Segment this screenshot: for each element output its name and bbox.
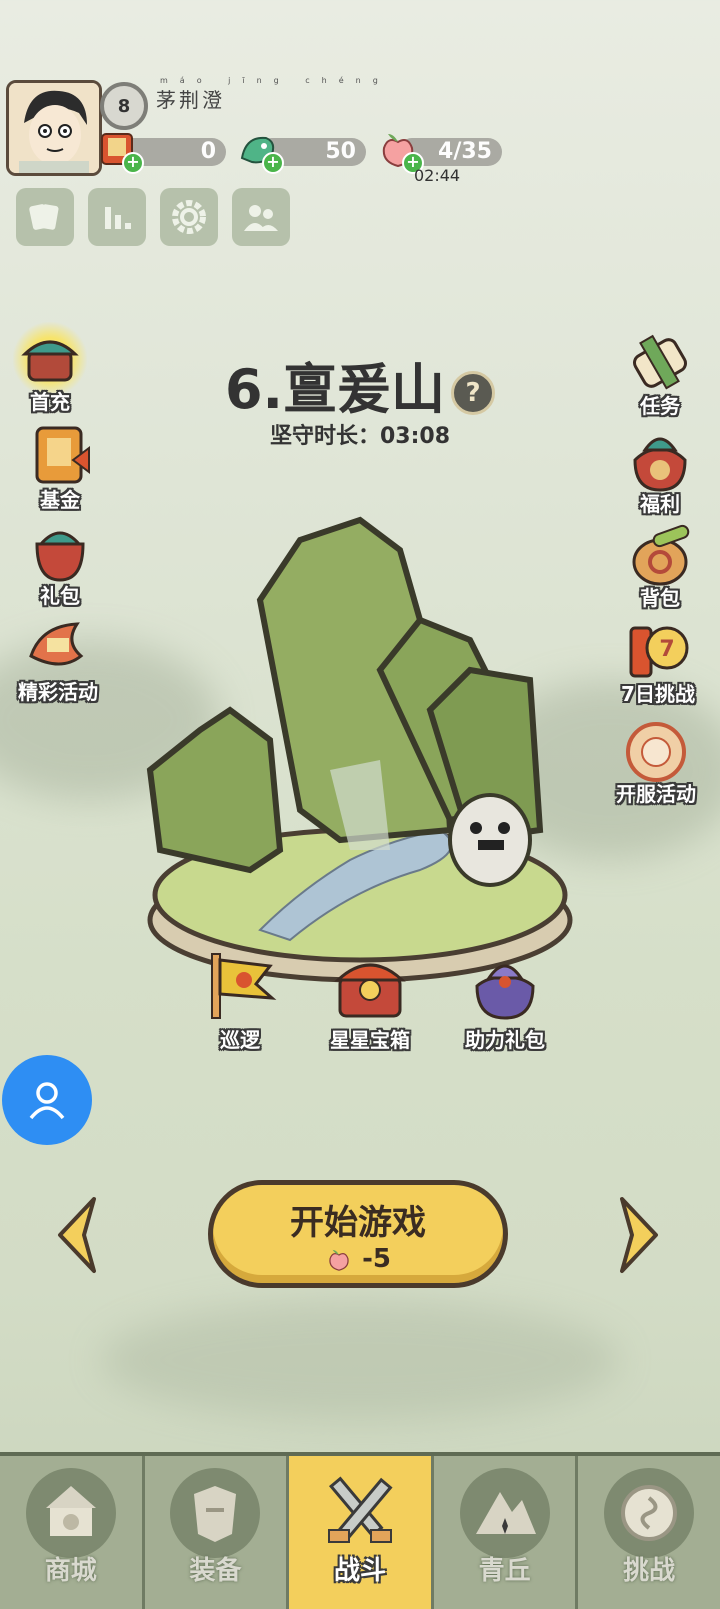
- nav-tab-label: 挑战: [623, 1556, 676, 1586]
- jade-resource-add-button[interactable]: +: [236, 128, 284, 174]
- cards-button[interactable]: [16, 188, 74, 246]
- peach-icon: [329, 1249, 349, 1271]
- patrol-label: 巡逻: [220, 1028, 260, 1052]
- side-button-backpack[interactable]: 背包: [610, 518, 710, 611]
- challenge-icon: [604, 1468, 695, 1558]
- stage-name: 6.亶爰山: [224, 358, 446, 421]
- nav-tab-shop[interactable]: 商城: [0, 1456, 145, 1609]
- star-chest-button[interactable]: 星星宝箱: [310, 950, 430, 1053]
- start-game-button[interactable]: 开始游戏 -5: [208, 1180, 508, 1288]
- bar-chart-icon: [105, 207, 131, 229]
- customer-support-button[interactable]: [2, 1055, 92, 1145]
- boost-gift-button[interactable]: 助力礼包: [446, 950, 564, 1053]
- side-button-seven-day-challenge[interactable]: 7 7日挑战: [608, 614, 708, 707]
- player-level-badge: 8: [100, 82, 148, 130]
- plus-icon: +: [262, 152, 284, 174]
- svg-text:7: 7: [659, 637, 674, 662]
- chevron-right-icon: [620, 1197, 658, 1273]
- ranking-button[interactable]: [88, 188, 146, 246]
- scroll-resource-add-button[interactable]: +: [96, 128, 144, 174]
- previous-stage-button[interactable]: [54, 1195, 100, 1275]
- start-cost-value: -5: [362, 1244, 391, 1274]
- friends-icon: [244, 205, 278, 231]
- side-button-events[interactable]: 精彩活动: [8, 612, 108, 705]
- next-stage-button[interactable]: [616, 1195, 662, 1275]
- boost-gift-label: 助力礼包: [465, 1028, 545, 1052]
- background-mist: [100, 1300, 620, 1420]
- chevron-left-icon: [58, 1197, 96, 1273]
- nav-tab-label: 青丘: [478, 1556, 531, 1586]
- welfare-bag-icon: [623, 424, 697, 498]
- events-icon: [21, 612, 95, 686]
- cards-icon: [29, 204, 59, 230]
- quest-scroll-icon: [623, 326, 697, 400]
- nav-tab-qingqiu[interactable]: 青丘: [433, 1456, 579, 1609]
- equipment-icon: [170, 1468, 261, 1558]
- nav-tab-equipment[interactable]: 装备: [144, 1456, 290, 1609]
- shop-icon: [25, 1468, 116, 1558]
- side-button-label: 开服活动: [616, 782, 696, 806]
- friends-button[interactable]: [232, 188, 290, 246]
- qingqiu-icon: [459, 1468, 550, 1558]
- bottom-nav: 商城 装备 战斗 青丘 挑战: [0, 1452, 720, 1609]
- plus-icon: +: [122, 152, 144, 174]
- backpack-icon: [623, 518, 697, 592]
- side-button-first-recharge[interactable]: 首充: [0, 322, 100, 415]
- seven-day-challenge-icon: 7: [621, 614, 695, 688]
- star-chest-label: 星星宝箱: [330, 1028, 410, 1052]
- first-recharge-chest-icon: [13, 322, 87, 396]
- gift-pack-icon: [23, 516, 97, 590]
- help-button[interactable]: ?: [451, 371, 496, 416]
- side-button-fund[interactable]: 基金: [10, 420, 110, 513]
- nav-tab-challenge[interactable]: 挑战: [578, 1456, 720, 1609]
- side-button-quests[interactable]: 任务: [610, 326, 710, 419]
- patrol-button[interactable]: 巡逻: [190, 950, 290, 1053]
- nav-tab-label: 战斗: [333, 1556, 386, 1586]
- settings-button[interactable]: [160, 188, 218, 246]
- user-icon: [29, 1082, 65, 1120]
- side-button-label: 精彩活动: [18, 680, 98, 704]
- stamina-timer: 02:44: [414, 166, 461, 185]
- star-chest-icon: [334, 963, 406, 1018]
- boost-gift-bag-icon: [475, 964, 535, 1020]
- side-button-welfare[interactable]: 福利: [610, 424, 710, 517]
- player-name: 茅荆澄: [156, 88, 225, 112]
- gear-icon: [172, 200, 206, 234]
- yeti-creature: [448, 793, 532, 887]
- battle-swords-icon: [315, 1468, 405, 1558]
- nav-tab-battle[interactable]: 战斗: [289, 1456, 434, 1609]
- start-game-cost: -5: [213, 1244, 503, 1274]
- side-button-label: 7日挑战: [621, 682, 695, 706]
- stage-island-illustration: [146, 516, 573, 983]
- nav-tab-label: 装备: [189, 1556, 242, 1586]
- fund-icon: [23, 420, 97, 494]
- start-game-label: 开始游戏: [290, 1203, 426, 1243]
- nav-tab-label: 商城: [44, 1556, 97, 1586]
- player-avatar[interactable]: [6, 80, 102, 176]
- side-button-server-launch[interactable]: 开服活动: [606, 714, 706, 807]
- patrol-flag-icon: [211, 953, 277, 1019]
- server-launch-icon: [619, 714, 693, 788]
- side-button-gift-pack[interactable]: 礼包: [10, 516, 110, 609]
